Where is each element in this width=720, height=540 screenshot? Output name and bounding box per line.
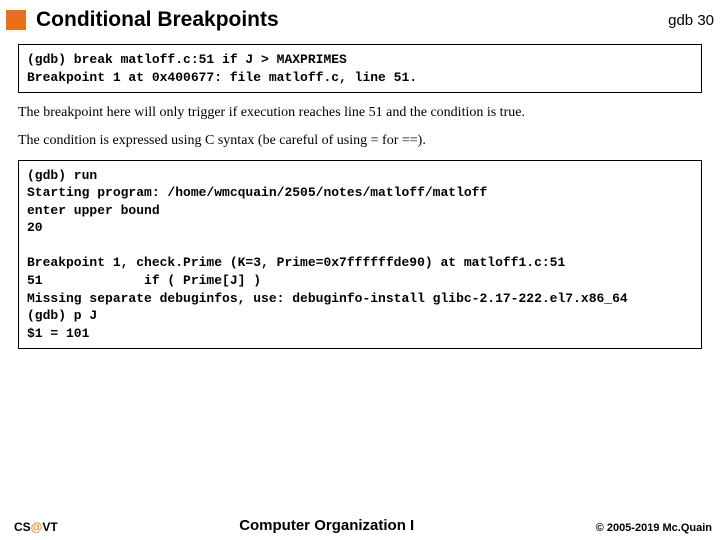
bullet-square-icon bbox=[6, 10, 26, 30]
slide-title: Conditional Breakpoints bbox=[36, 8, 279, 32]
footer-copyright: © 2005-2019 Mc.Quain bbox=[596, 522, 712, 534]
code-block-run: (gdb) run Starting program: /home/wmcqua… bbox=[18, 160, 702, 349]
code-block-breakpoint: (gdb) break matloff.c:51 if J > MAXPRIME… bbox=[18, 44, 702, 93]
header-left: Conditional Breakpoints bbox=[6, 8, 279, 32]
footer-left: CS@VT bbox=[14, 520, 58, 534]
paragraph-2: The condition is expressed using C synta… bbox=[18, 131, 702, 151]
page-label: gdb 30 bbox=[668, 12, 714, 29]
footer-course-title: Computer Organization I bbox=[239, 517, 414, 534]
page-number: 30 bbox=[697, 12, 714, 29]
slide-footer: CS@VT Computer Organization I © 2005-201… bbox=[0, 517, 720, 534]
paragraph-1: The breakpoint here will only trigger if… bbox=[18, 103, 702, 123]
footer-vt: VT bbox=[42, 520, 57, 534]
slide-header: Conditional Breakpoints gdb 30 bbox=[0, 0, 720, 38]
footer-cs: CS bbox=[14, 520, 31, 534]
course-tag: gdb bbox=[668, 12, 693, 29]
footer-at: @ bbox=[31, 520, 43, 534]
